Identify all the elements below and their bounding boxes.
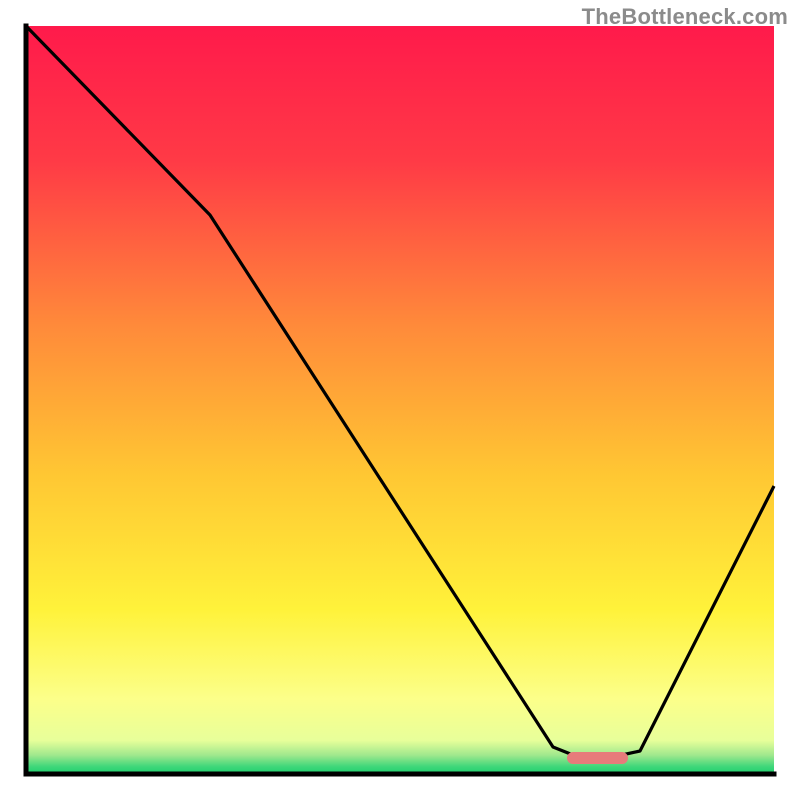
watermark-text: TheBottleneck.com — [582, 4, 788, 30]
chart-frame: TheBottleneck.com — [0, 0, 800, 800]
bottleneck-curve-chart — [0, 0, 800, 800]
plot-background — [26, 26, 774, 774]
